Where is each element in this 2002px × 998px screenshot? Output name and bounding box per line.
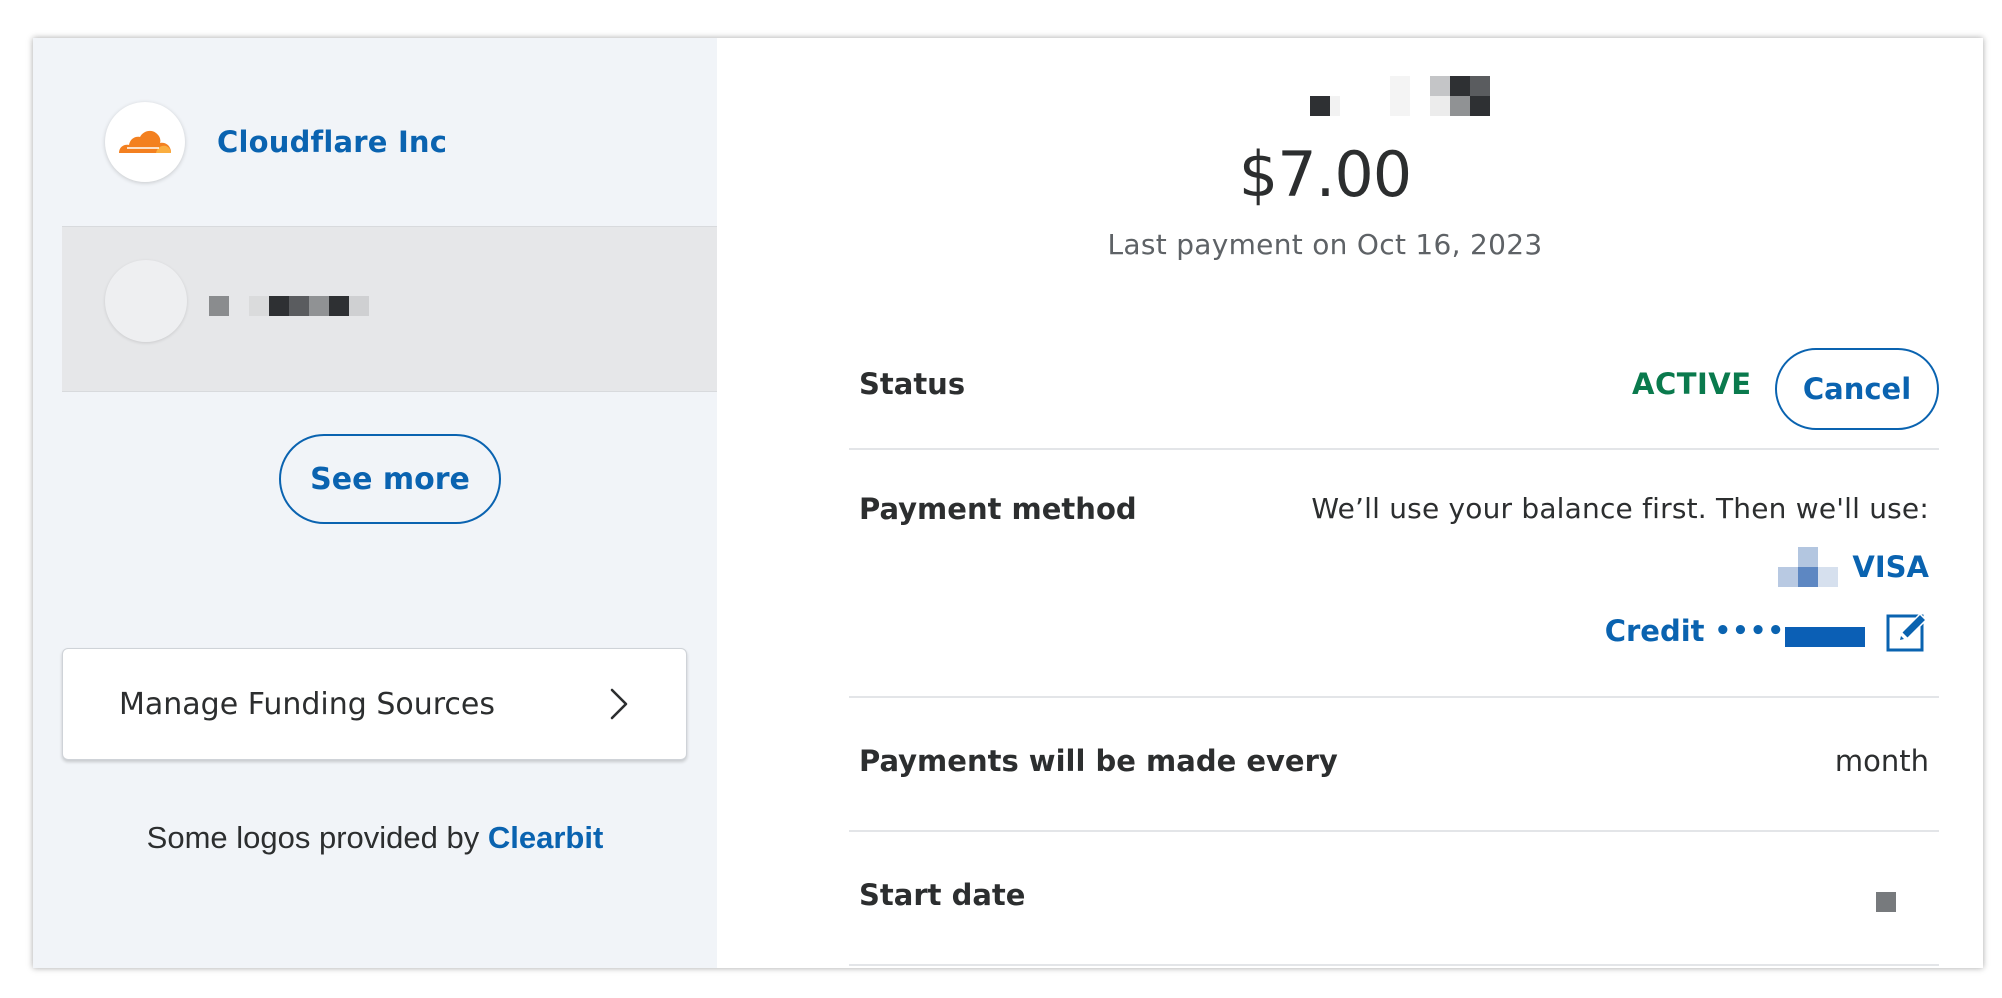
clearbit-attribution: Some logos provided by Clearbit	[33, 820, 717, 856]
card-icon	[1778, 547, 1839, 587]
payment-method-label: Payment method	[859, 492, 1137, 526]
frequency-label: Payments will be made every	[859, 744, 1338, 778]
subscription-card: Cloudflare Inc See more Manage Funding S…	[33, 38, 1983, 968]
redacted-start-date	[1876, 892, 1896, 912]
clearbit-link[interactable]: Clearbit	[488, 820, 603, 855]
status-badge: ACTIVE	[1632, 367, 1752, 401]
cancel-button[interactable]: Cancel	[1775, 348, 1939, 430]
card-brand-line: VISA	[1778, 547, 1929, 587]
cloudflare-logo-icon	[105, 102, 185, 182]
payment-method-row: Payment method We’ll use your balance fi…	[849, 450, 1939, 698]
manage-funding-sources-button[interactable]: Manage Funding Sources	[62, 648, 687, 760]
edit-icon[interactable]	[1885, 609, 1929, 653]
redacted-card-digits	[1785, 627, 1865, 647]
payment-method-note: We’ll use your balance first. Then we'll…	[1311, 492, 1929, 525]
merchant-name[interactable]: Cloudflare Inc	[217, 125, 447, 159]
card-details-line: Credit ••••	[1605, 608, 1929, 654]
manage-funding-label: Manage Funding Sources	[119, 686, 495, 722]
status-row: Status ACTIVE Cancel	[849, 328, 1939, 450]
subscription-amount: $7.00	[1238, 138, 1413, 211]
chevron-right-icon	[610, 688, 628, 720]
card-brand: VISA	[1852, 550, 1929, 584]
clearbit-prefix: Some logos provided by	[146, 820, 480, 855]
merchant-header[interactable]: Cloudflare Inc	[105, 100, 447, 184]
start-date-row: Start date	[849, 832, 1939, 966]
frequency-value: month	[1834, 744, 1929, 778]
status-label: Status	[859, 367, 966, 401]
last-payment-date: Last payment on Oct 16, 2023	[1107, 228, 1543, 261]
subscription-avatar	[105, 260, 187, 342]
card-type: Credit	[1604, 614, 1705, 648]
card-mask-dots: ••••	[1714, 616, 1785, 646]
see-more-button[interactable]: See more	[279, 434, 501, 524]
subscription-details: $7.00 Last payment on Oct 16, 2023 Statu…	[717, 38, 1983, 968]
sidebar: Cloudflare Inc See more Manage Funding S…	[33, 38, 717, 968]
start-date-label: Start date	[859, 878, 1026, 912]
redacted-subscription-name	[209, 296, 369, 316]
redacted-subscription-title	[1310, 76, 1500, 116]
payment-frequency-row: Payments will be made every month	[849, 698, 1939, 832]
